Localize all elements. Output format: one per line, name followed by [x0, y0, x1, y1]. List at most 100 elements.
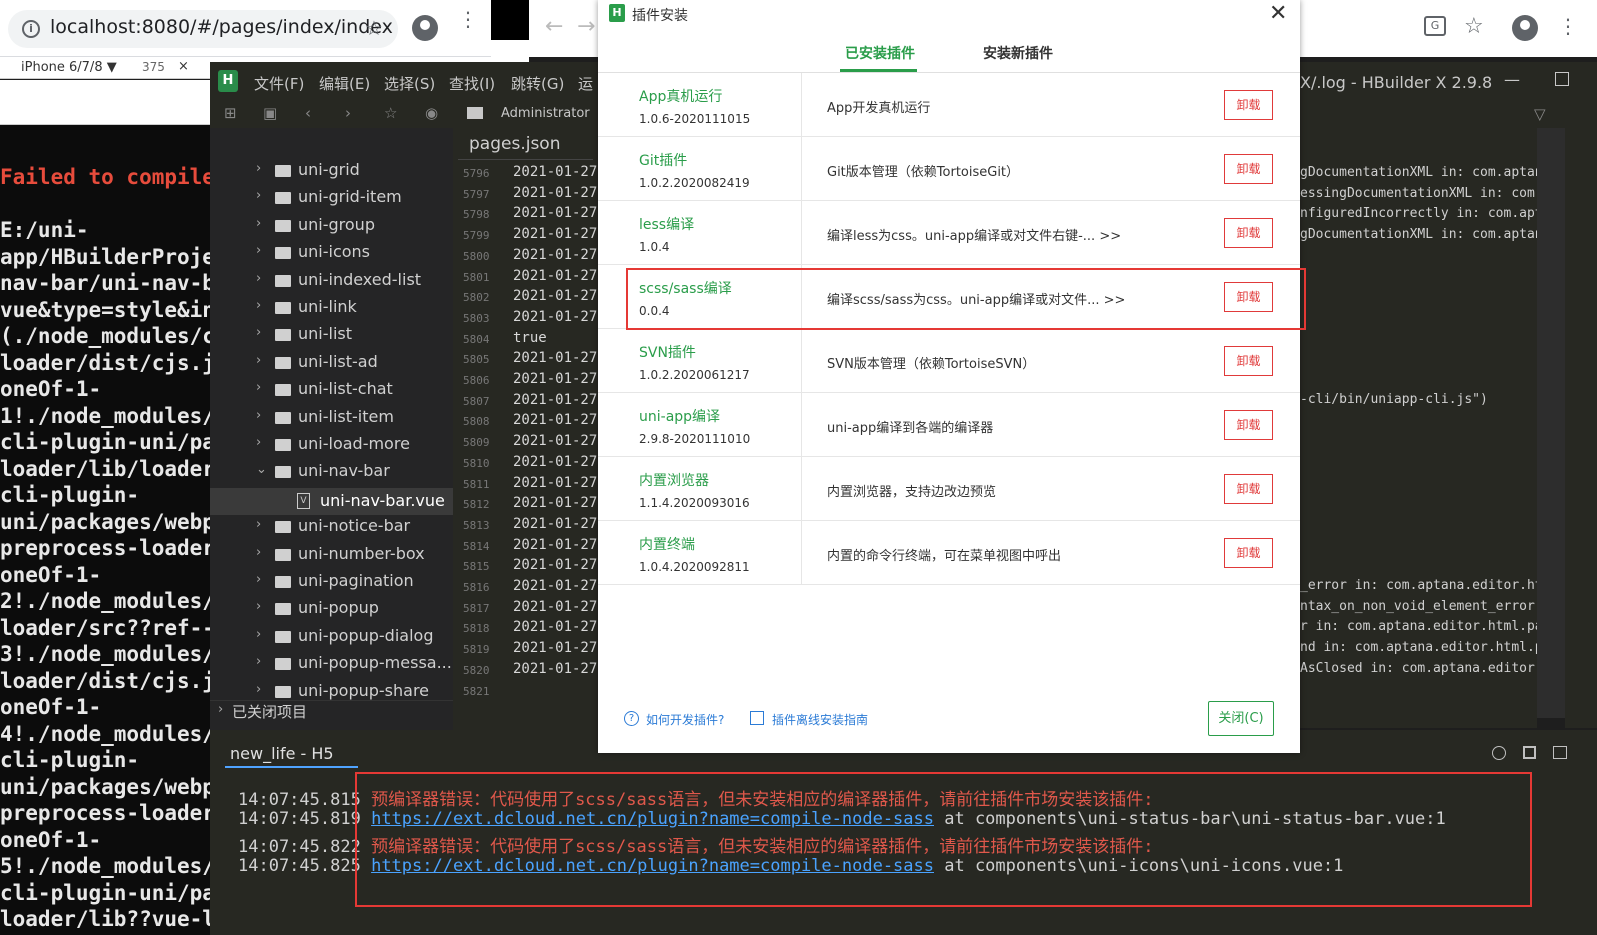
uninstall-button[interactable]: 卸载	[1224, 90, 1273, 120]
url-text[interactable]: localhost:8080/#/pages/index/index	[50, 16, 393, 38]
tree-item[interactable]: › uni-number-box	[210, 542, 453, 569]
tree-item-label[interactable]: uni-icons	[298, 242, 370, 261]
save-icon[interactable]: ▣	[263, 104, 277, 122]
plugin-name[interactable]: Git插件	[639, 150, 687, 170]
tree-item[interactable]: › uni-grid	[210, 158, 453, 185]
forward-arrow-icon[interactable]: →	[577, 14, 595, 39]
tree-item[interactable]: › uni-load-more	[210, 432, 453, 459]
run-icon[interactable]: ◉	[425, 104, 438, 122]
tab-label[interactable]: pages.json	[469, 134, 560, 154]
account-icon[interactable]	[1512, 15, 1538, 41]
plugin-name[interactable]: 内置终端	[639, 534, 695, 554]
tree-item-label[interactable]: uni-list-chat	[298, 379, 393, 398]
tree-item-label[interactable]: uni-nav-bar	[298, 461, 390, 480]
chevron-icon[interactable]: ›	[256, 298, 261, 313]
breadcrumb[interactable]: Administrator	[501, 106, 590, 121]
translate-icon[interactable]: G	[1424, 16, 1446, 36]
chevron-icon[interactable]: ›	[256, 243, 261, 258]
tree-item-label[interactable]: uni-indexed-list	[298, 270, 421, 289]
chevron-icon[interactable]: ›	[256, 380, 261, 395]
chevron-icon[interactable]: ›	[256, 325, 261, 340]
tree-item-label[interactable]: uni-link	[298, 297, 357, 316]
favorite-icon[interactable]: ☆	[384, 104, 397, 122]
tree-file-name[interactable]: uni-nav-bar.vue	[320, 491, 445, 510]
question-icon[interactable]: ?	[624, 711, 639, 726]
tree-item[interactable]: › uni-popup	[210, 596, 453, 623]
back-arrow-icon[interactable]: ←	[545, 14, 563, 39]
more-menu-icon[interactable]: ⋮	[1558, 14, 1578, 38]
offline-install-guide-link[interactable]: 插件离线安装指南	[772, 711, 868, 728]
tree-item-label[interactable]: uni-group	[298, 215, 375, 234]
tree-item[interactable]: › uni-popup-dialog	[210, 624, 453, 651]
tree-item-label[interactable]: uni-popup-messa...	[298, 653, 452, 672]
chevron-icon[interactable]: ›	[256, 545, 261, 560]
plugin-name[interactable]: 内置浏览器	[639, 470, 709, 490]
close-button[interactable]: 关闭(C)	[1208, 701, 1274, 736]
uninstall-button[interactable]: 卸载	[1224, 218, 1273, 248]
tree-item[interactable]: ⌄ uni-nav-bar	[210, 459, 453, 486]
uninstall-button[interactable]: 卸载	[1224, 346, 1273, 376]
device-width-input[interactable]: 375	[142, 60, 165, 74]
document-icon[interactable]	[750, 711, 764, 725]
menu-edit[interactable]: 编辑(E)	[319, 73, 370, 94]
tree-item[interactable]: › uni-group	[210, 213, 453, 240]
plugin-name[interactable]: uni-app编译	[639, 406, 720, 426]
uninstall-button[interactable]: 卸载	[1224, 538, 1273, 568]
minimap[interactable]	[1537, 128, 1565, 718]
help-link[interactable]: 如何开发插件?	[646, 711, 724, 728]
console-tab[interactable]: new_life - H5	[230, 744, 334, 763]
device-select[interactable]: iPhone 6/7/8 ▼	[21, 60, 117, 75]
chevron-icon[interactable]: ›	[256, 216, 261, 231]
tree-item[interactable]: › uni-list	[210, 322, 453, 349]
close-icon[interactable]: ✕	[1269, 1, 1287, 26]
tree-item[interactable]: › uni-list-item	[210, 405, 453, 432]
chevron-icon[interactable]: ›	[256, 599, 261, 614]
tree-item[interactable]: › uni-popup-messa...	[210, 651, 453, 678]
plugin-name[interactable]: less编译	[639, 214, 694, 234]
menu-file[interactable]: 文件(F)	[254, 73, 304, 94]
stop-icon[interactable]	[1523, 746, 1536, 759]
tree-item-label[interactable]: uni-grid-item	[298, 187, 402, 206]
menu-goto[interactable]: 跳转(G)	[511, 73, 564, 94]
plugin-name[interactable]: SVN插件	[639, 342, 696, 362]
chevron-icon[interactable]: ›	[256, 654, 261, 669]
maximize-icon[interactable]	[1555, 72, 1569, 86]
maximize-console-icon[interactable]	[1553, 746, 1567, 759]
tree-item[interactable]: › uni-icons	[210, 240, 453, 267]
tree-item[interactable]: › uni-notice-bar	[210, 514, 453, 541]
menu-find[interactable]: 查找(I)	[449, 73, 495, 94]
plugin-name[interactable]: App真机运行	[639, 86, 722, 106]
bookmark-star-icon[interactable]: ☆	[365, 16, 383, 40]
tree-item-label[interactable]: uni-load-more	[298, 434, 410, 453]
tab-installed-plugins[interactable]: 已安装插件	[845, 43, 915, 63]
tree-item-label[interactable]: uni-popup	[298, 598, 379, 617]
more-menu-icon[interactable]: ⋮	[458, 9, 478, 29]
tree-item-label[interactable]: uni-list-ad	[298, 352, 378, 371]
account-icon[interactable]	[412, 15, 438, 41]
menu-select[interactable]: 选择(S)	[384, 73, 435, 94]
tree-item-label[interactable]: uni-grid	[298, 160, 360, 179]
tree-item-label[interactable]: uni-notice-bar	[298, 516, 410, 535]
tree-item[interactable]: › uni-grid-item	[210, 185, 453, 212]
chevron-icon[interactable]: ›	[256, 188, 261, 203]
chevron-icon[interactable]: ⌄	[256, 462, 267, 477]
tree-item-label[interactable]: uni-pagination	[298, 571, 414, 590]
tree-item[interactable]: › uni-list-chat	[210, 377, 453, 404]
chevron-icon[interactable]: ›	[256, 517, 261, 532]
tree-item[interactable]: › uni-indexed-list	[210, 268, 453, 295]
chevron-icon[interactable]: ›	[256, 353, 261, 368]
tree-item-label[interactable]: uni-popup-dialog	[298, 626, 433, 645]
new-file-icon[interactable]: ⊞	[224, 104, 237, 122]
menu-run[interactable]: 运	[578, 73, 593, 94]
filter-icon[interactable]: ▽	[1534, 105, 1546, 123]
clear-console-icon[interactable]	[1492, 746, 1506, 760]
tree-item[interactable]: › uni-pagination	[210, 569, 453, 596]
tree-item-label[interactable]: uni-list	[298, 324, 352, 343]
chevron-icon[interactable]: ›	[256, 627, 261, 642]
forward-icon[interactable]: ›	[345, 104, 351, 122]
chevron-icon[interactable]: ›	[256, 682, 261, 697]
chevron-icon[interactable]: ›	[256, 408, 261, 423]
minimize-icon[interactable]: —	[1504, 70, 1520, 89]
chevron-icon[interactable]: ›	[256, 572, 261, 587]
back-icon[interactable]: ‹	[305, 104, 311, 122]
